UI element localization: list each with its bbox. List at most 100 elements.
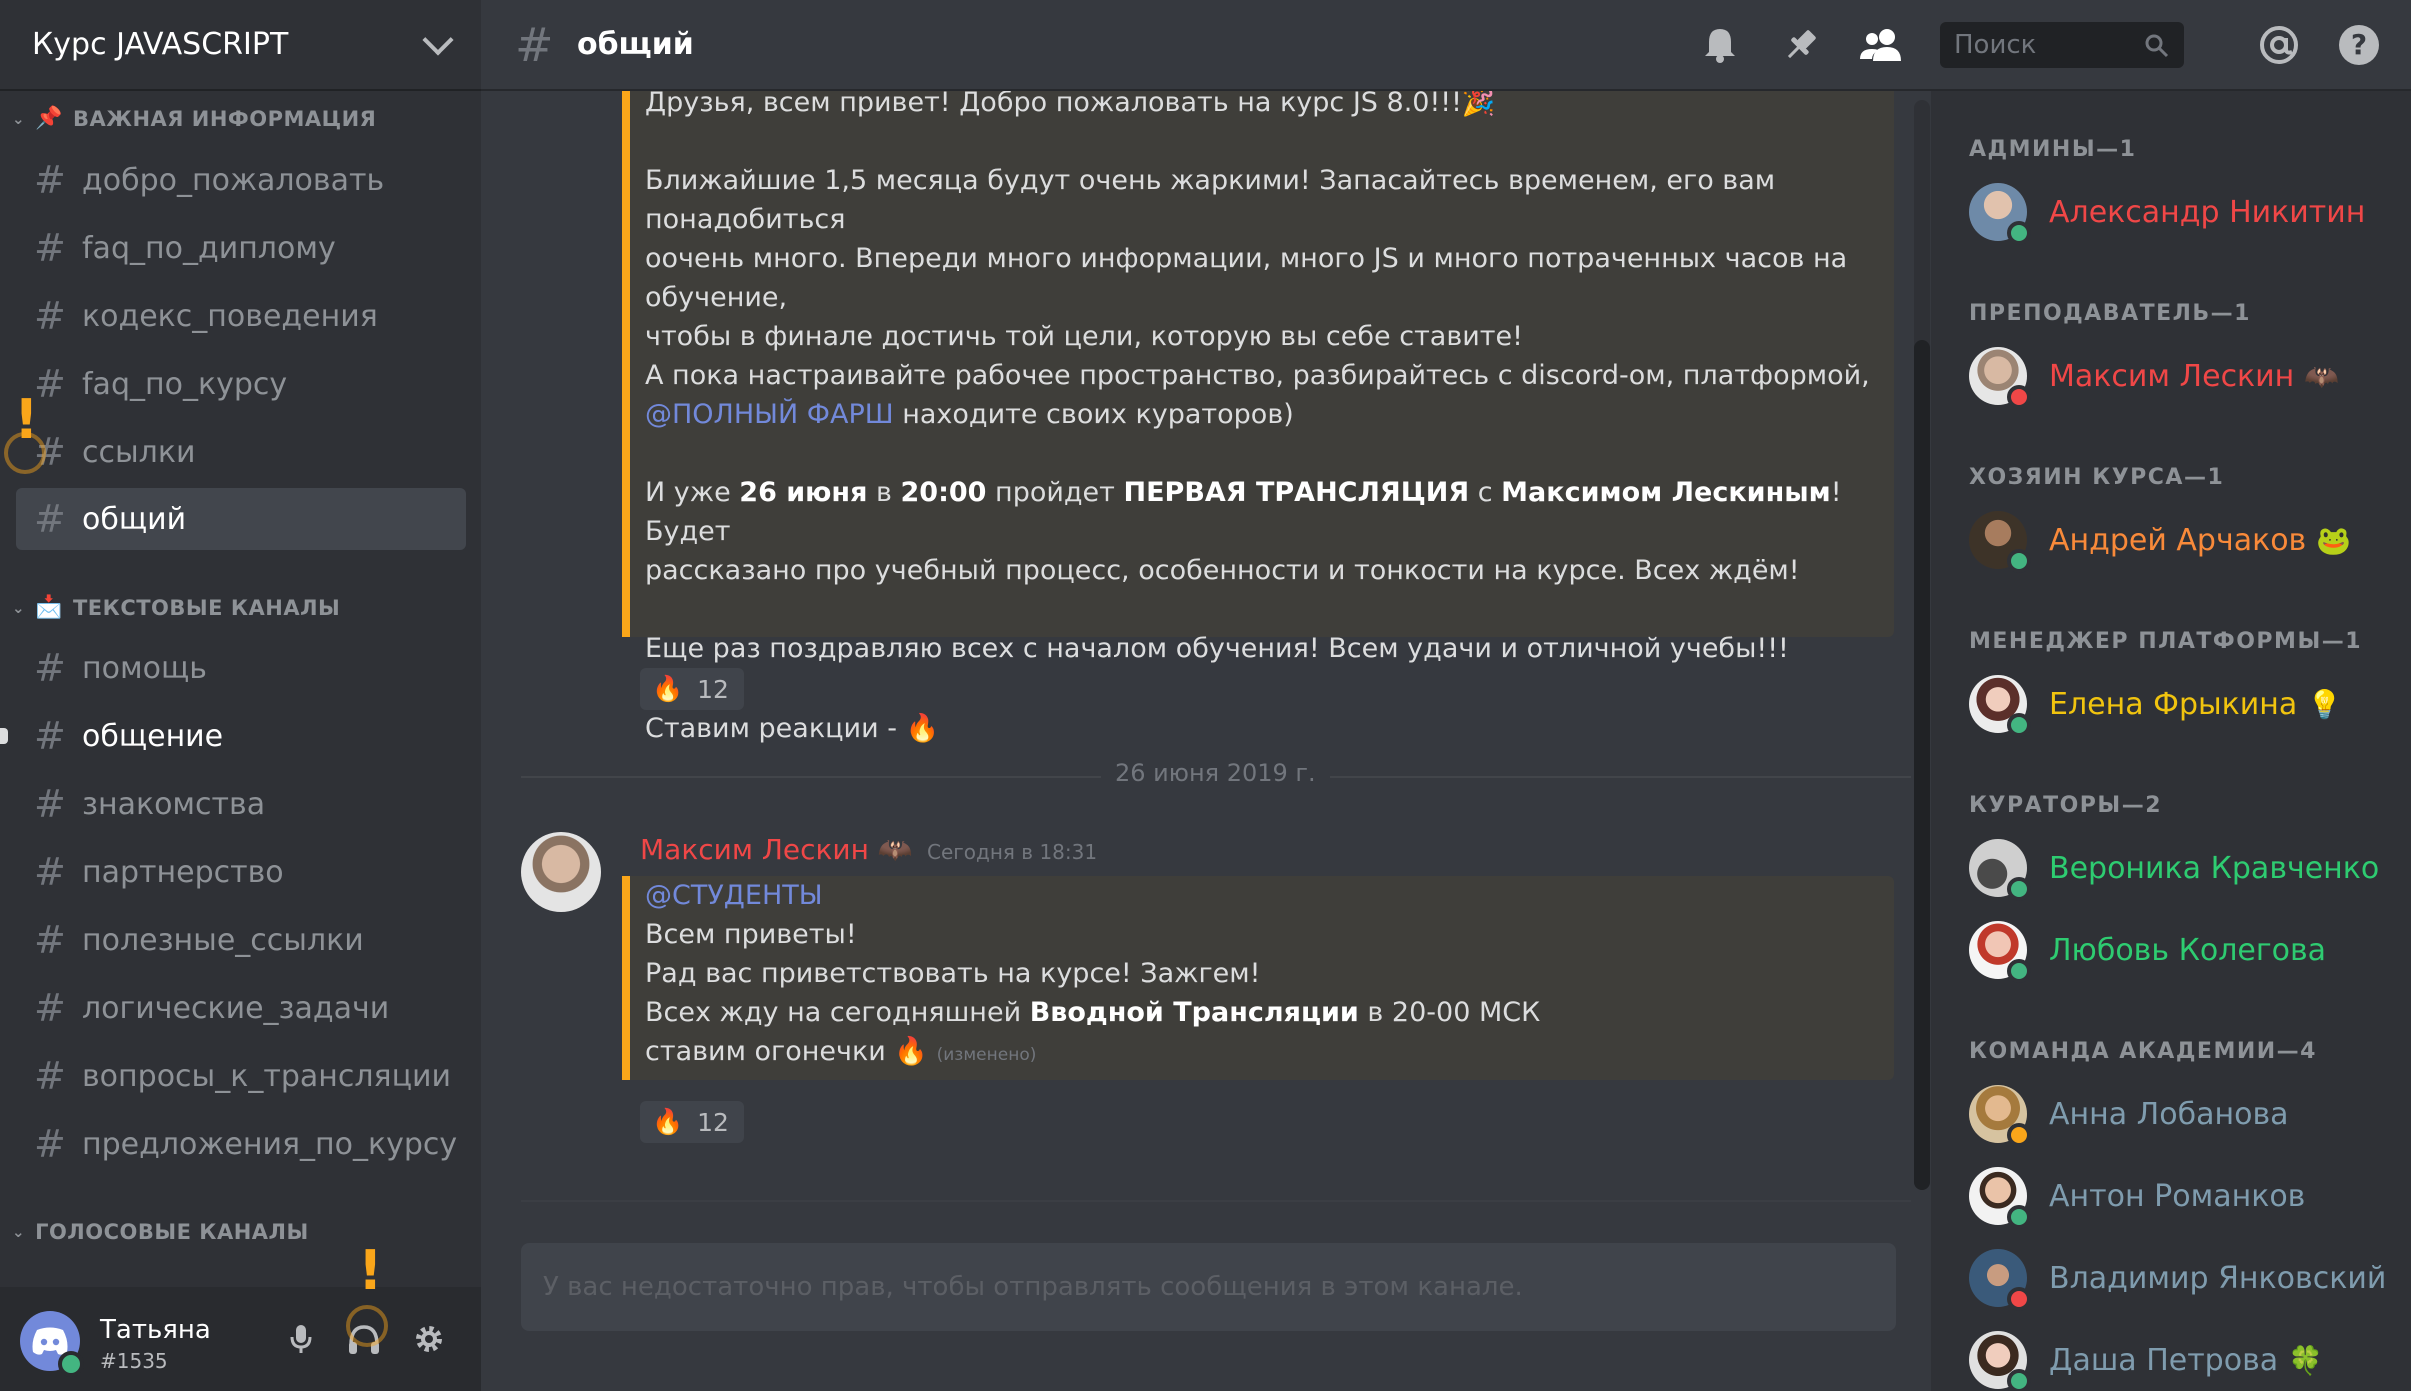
hash-icon: # — [34, 226, 66, 270]
channel-label: партнерство — [82, 854, 284, 890]
hash-icon: # — [34, 782, 66, 826]
message-line: Всем приветы! — [645, 919, 857, 950]
gear-icon[interactable] — [407, 1317, 451, 1361]
message-list: Друзья, всем привет! Добро пожаловать на… — [481, 91, 1931, 1391]
message-line: Друзья, всем привет! Добро пожаловать на… — [645, 91, 1496, 118]
chevron-down-icon: ⌄ — [12, 109, 26, 128]
members-icon[interactable] — [1858, 22, 1904, 68]
scrollbar-thumb[interactable] — [1914, 340, 1930, 1190]
member-name: Владимир Янковский — [2049, 1260, 2387, 1296]
channel-partnerstvo[interactable]: # партнерство — [16, 841, 466, 903]
message-line: чтобы в финале достичь той цели, которую… — [645, 321, 1523, 352]
help-icon[interactable]: ? — [2336, 22, 2382, 68]
member-name: Даша Петрова — [2049, 1342, 2279, 1378]
channel-title: общий — [577, 27, 694, 62]
channel-label: предложения_по_курсу — [82, 1126, 458, 1162]
unread-indicator — [0, 728, 8, 744]
message-line: Рад вас приветствовать на курсе! Зажгем! — [645, 958, 1261, 989]
chevron-down-icon: ⌄ — [12, 1223, 26, 1241]
member-name: Антон Романков — [2049, 1178, 2306, 1214]
member-item[interactable]: Даша Петрова 🍀 — [1969, 1327, 2399, 1391]
channel-dobro-pozhalovat[interactable]: # добро_пожаловать — [16, 149, 466, 211]
member-item[interactable]: Антон Романков — [1969, 1163, 2399, 1229]
hash-icon: # — [34, 646, 66, 690]
hash-icon: # — [34, 294, 66, 338]
avatar — [1969, 675, 2031, 737]
hash-icon: # — [34, 850, 66, 894]
member-item[interactable]: Андрей Арчаков 🐸 — [1969, 507, 2399, 573]
role-header: КОМАНДА АКАДЕМИИ—4 — [1969, 1039, 2317, 1064]
reaction-count: 12 — [697, 1107, 729, 1137]
channel-faq-kurs[interactable]: # faq_по_курсу — [16, 353, 466, 415]
reaction-button[interactable]: 🔥 12 — [640, 1101, 744, 1143]
category-voice[interactable]: ⌄ ГОЛОСОВЫЕ КАНАЛЫ — [12, 1220, 309, 1244]
role-mention[interactable]: @ПОЛНЫЙ ФАРШ — [645, 399, 894, 430]
role-header: КУРАТОРЫ—2 — [1969, 793, 2163, 818]
member-item[interactable]: Максим Лескин 🦇 — [1969, 343, 2399, 409]
member-name: Александр Никитин — [2049, 194, 2366, 230]
channel-voprosy[interactable]: # вопросы_к_трансляции — [16, 1045, 466, 1107]
hash-icon: # — [34, 497, 66, 541]
hash-icon: # — [34, 918, 66, 962]
message-embed: Друзья, всем привет! Добро пожаловать на… — [622, 91, 1894, 744]
category-important[interactable]: ⌄ 📌 ВАЖНАЯ ИНФОРМАЦИЯ — [12, 106, 376, 131]
channel-label: логические_задачи — [82, 990, 390, 1026]
channel-kodeks[interactable]: # кодекс_поведения — [16, 285, 466, 347]
status-online-indicator — [2007, 549, 2031, 573]
avatar — [1969, 1167, 2031, 1229]
category-text[interactable]: ⌄ 📩 ТЕКСТОВЫЕ КАНАЛЫ — [12, 595, 340, 620]
channel-label: полезные_ссылки — [82, 922, 364, 958]
user-name: Татьяна — [100, 1315, 211, 1345]
member-item[interactable]: Елена Фрыкина 💡 — [1969, 671, 2399, 737]
channel-label: общий — [82, 501, 187, 537]
chevron-down-icon[interactable] — [422, 23, 454, 56]
channel-obshchenie[interactable]: # общение — [0, 705, 466, 767]
hash-icon: # — [515, 17, 554, 72]
svg-text:?: ? — [2351, 28, 2367, 61]
channel-faq-diplom[interactable]: # faq_по_диплому — [16, 217, 466, 279]
member-item[interactable]: Владимир Янковский — [1969, 1245, 2399, 1311]
message-line: Всех жду на сегодняшней Вводной Трансляц… — [645, 997, 1541, 1028]
at-mention-icon[interactable] — [2256, 22, 2302, 68]
clover-icon: 🍀 — [2288, 1343, 2324, 1377]
member-item[interactable]: Любовь Колегова — [1969, 917, 2399, 983]
edited-label: (изменено) — [936, 1045, 1037, 1065]
search-input[interactable]: Поиск — [1940, 22, 2184, 68]
channel-label: ссылки — [82, 434, 196, 470]
channel-poleznye-ssylki[interactable]: # полезные_ссылки — [16, 909, 466, 971]
server-name: Курс JAVASCRIPT — [32, 27, 289, 62]
channel-logicheskie-zadachi[interactable]: # логические_задачи — [16, 977, 466, 1039]
channel-pomoshch[interactable]: # помощь — [16, 637, 466, 699]
channel-znakomstva[interactable]: # знакомства — [16, 773, 466, 835]
member-item[interactable]: Анна Лобанова — [1969, 1081, 2399, 1147]
member-item[interactable]: Александр Никитин — [1969, 179, 2399, 245]
reaction-button[interactable]: 🔥 12 — [640, 668, 744, 710]
message-input[interactable]: У вас недостаточно прав, чтобы отправлят… — [521, 1243, 1896, 1331]
channel-label: faq_по_диплому — [82, 230, 336, 266]
pin-icon[interactable] — [1778, 22, 1824, 68]
channel-obshchiy[interactable]: # общий — [16, 488, 466, 550]
channel-label: добро_пожаловать — [82, 162, 385, 198]
message-author[interactable]: Максим Лескин 🦇 — [640, 833, 913, 866]
member-item[interactable]: Вероника Кравченко — [1969, 835, 2399, 901]
input-placeholder: У вас недостаточно прав, чтобы отправлят… — [543, 1272, 1523, 1302]
status-dnd-indicator — [2007, 385, 2031, 409]
role-header: АДМИНЫ—1 — [1969, 137, 2137, 162]
frog-icon: 🐸 — [2316, 523, 2352, 557]
message-line: @СТУДЕНТЫ — [645, 876, 1894, 915]
message-timestamp: Сегодня в 18:31 — [927, 840, 1098, 864]
status-online-indicator — [58, 1351, 84, 1377]
microphone-icon[interactable] — [279, 1317, 323, 1361]
channel-sidebar: Курс JAVASCRIPT ⌄ 📌 ВАЖНАЯ ИНФОРМАЦИЯ # … — [0, 0, 481, 1391]
channel-predlozheniya[interactable]: # предложения_по_курсу — [16, 1113, 466, 1175]
user-panel: Татьяна #1535 ! — [0, 1239, 481, 1391]
bell-icon[interactable] — [1697, 22, 1743, 68]
fire-icon: 🔥 — [652, 674, 684, 703]
hash-icon: # — [34, 158, 66, 202]
server-header[interactable]: Курс JAVASCRIPT — [0, 0, 481, 91]
channel-ssylki[interactable]: # ссылки — [16, 421, 466, 483]
chevron-down-icon: ⌄ — [12, 598, 26, 617]
role-mention[interactable]: @СТУДЕНТЫ — [645, 880, 823, 911]
avatar[interactable] — [521, 832, 601, 912]
warning-icon: ! — [14, 388, 39, 451]
